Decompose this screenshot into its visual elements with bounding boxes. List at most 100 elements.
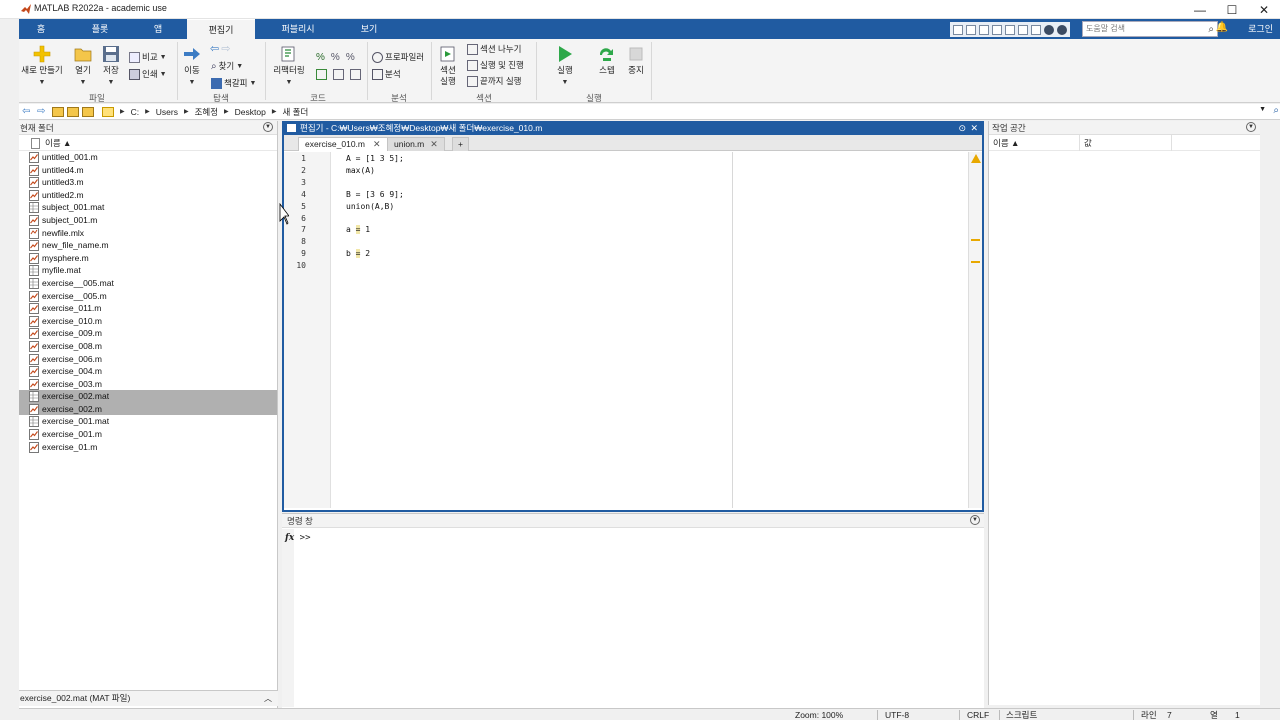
switch-windows-icon[interactable]	[1031, 24, 1041, 35]
file-list-item[interactable]: myfile.mat	[19, 264, 277, 277]
editor-tab-union[interactable]: union.m ✕	[387, 137, 445, 151]
goto-button[interactable]: 이동 ▼	[179, 45, 205, 88]
warning-icon[interactable]	[971, 154, 981, 163]
run-button[interactable]: 실행 ▼	[549, 45, 581, 88]
address-search-icon[interactable]: ⌕	[1273, 105, 1279, 116]
file-list-item[interactable]: untitled3.m	[19, 176, 277, 189]
file-list-item[interactable]: exercise_006.m	[19, 353, 277, 366]
stop-button[interactable]: 중지	[622, 45, 650, 76]
column-name-header[interactable]: 이름 ▲	[993, 135, 1019, 151]
profiler-button[interactable]: 프로파일러	[372, 52, 424, 63]
decrease-indent-icon[interactable]	[350, 69, 361, 80]
indent-icon[interactable]	[316, 69, 327, 80]
section-break-button[interactable]: 섹션 나누기	[467, 44, 521, 55]
paste-icon[interactable]	[992, 24, 1002, 35]
code-line[interactable]: a = 1	[346, 225, 370, 235]
step-button[interactable]: 스텝	[592, 45, 622, 76]
print-button[interactable]: 인쇄 ▼	[129, 69, 167, 80]
editor-tab-exercise-010[interactable]: exercise_010.m ✕	[298, 137, 388, 151]
code-line[interactable]: B = [3 6 9];	[346, 190, 404, 199]
file-list-item[interactable]: exercise_004.m	[19, 365, 277, 378]
file-list-item[interactable]: mysphere.m	[19, 252, 277, 265]
undo-icon[interactable]	[1005, 24, 1015, 35]
address-dropdown-icon[interactable]: ▼	[1259, 106, 1266, 113]
tab-view[interactable]: 보기	[339, 19, 399, 39]
close-button[interactable]: ✕	[1248, 0, 1280, 19]
wrap-comment-icon[interactable]: %	[346, 52, 355, 63]
file-list-item[interactable]: exercise_002.m	[19, 402, 277, 416]
forward-icon[interactable]: ⇨	[37, 106, 49, 117]
warning-marker[interactable]	[971, 239, 980, 241]
search-icon[interactable]: ⌕	[1208, 23, 1214, 37]
tab-editor[interactable]: 편집기	[187, 19, 255, 39]
column-value-header[interactable]: 값	[1084, 135, 1092, 151]
command-prompt[interactable]: fx >>	[285, 533, 311, 543]
file-list-item[interactable]: subject_001.mat	[19, 201, 277, 214]
cut-icon[interactable]	[966, 24, 976, 35]
code-line[interactable]: max(A)	[346, 166, 375, 175]
back-forward-buttons[interactable]: ⇦ ⇨	[210, 44, 230, 55]
bookmark-button[interactable]: 책갈피 ▼	[211, 78, 256, 89]
close-tab-icon[interactable]: ✕	[430, 139, 438, 149]
panel-menu-icon[interactable]: ▼	[1246, 122, 1256, 132]
redo-icon[interactable]	[1018, 24, 1028, 35]
file-list-item[interactable]: exercise_011.m	[19, 302, 277, 315]
chevron-up-icon[interactable]: ︿	[264, 691, 272, 706]
login-button[interactable]: 로그인	[1248, 19, 1273, 39]
save-icon[interactable]	[953, 24, 963, 35]
file-column-header[interactable]: 이름 ▲	[19, 135, 277, 151]
file-list-item[interactable]: newfile.mlx	[19, 227, 277, 240]
notification-bell-icon[interactable]: 🔔	[1216, 22, 1228, 33]
new-button[interactable]: 새로 만들기 ▼	[19, 45, 65, 88]
command-window[interactable]: 명령 창 ▼ fx >>	[282, 513, 984, 720]
browse-folder-icon[interactable]	[67, 106, 79, 117]
panel-menu-icon[interactable]: ▼	[970, 515, 980, 525]
file-list-item[interactable]: exercise_003.m	[19, 378, 277, 391]
find-button[interactable]: ⌕ 찾기 ▼	[211, 61, 243, 72]
save-button[interactable]: 저장 ▼	[98, 45, 124, 88]
file-list-item[interactable]: exercise__005.mat	[19, 277, 277, 290]
back-icon[interactable]: ⇦	[22, 106, 34, 117]
tab-plots[interactable]: 플롯	[76, 19, 124, 39]
analyze-button[interactable]: 분석	[372, 69, 401, 80]
breadcrumb-user[interactable]: 조혜정	[195, 106, 218, 118]
copy-icon[interactable]	[979, 24, 989, 35]
compare-button[interactable]: 비교 ▼	[129, 52, 167, 63]
run-and-advance-button[interactable]: 실행 및 진행	[467, 60, 524, 71]
file-list-item[interactable]: exercise_001.m	[19, 428, 277, 441]
add-tab-button[interactable]: +	[452, 137, 469, 151]
uncomment-icon[interactable]: %	[331, 52, 340, 63]
back-arrow-icon[interactable]: ⇦	[210, 44, 219, 55]
comment-percent-icon[interactable]: %	[316, 52, 325, 63]
warning-marker[interactable]	[971, 261, 980, 263]
open-button[interactable]: 열기 ▼	[69, 45, 97, 88]
up-folder-icon[interactable]	[52, 106, 64, 117]
file-list-item[interactable]: untitled4.m	[19, 164, 277, 177]
tab-publish[interactable]: 퍼블리시	[269, 19, 327, 39]
code-line[interactable]: b = 2	[346, 249, 370, 259]
minimize-button[interactable]: —	[1184, 0, 1216, 19]
file-list-item[interactable]: exercise_008.m	[19, 340, 277, 353]
file-list-item[interactable]: exercise__005.m	[19, 290, 277, 303]
file-list-item[interactable]: untitled_001.m	[19, 151, 277, 164]
file-list-item[interactable]: new_file_name.m	[19, 239, 277, 252]
help-search-input[interactable]: 도움말 검색 ⌕	[1082, 21, 1218, 37]
file-list-item[interactable]: subject_001.m	[19, 214, 277, 227]
breadcrumb-users[interactable]: Users	[156, 107, 178, 117]
panel-menu-icon[interactable]: ▼	[263, 122, 273, 132]
increase-indent-icon[interactable]	[333, 69, 344, 80]
breadcrumb-desktop[interactable]: Desktop	[235, 107, 266, 117]
forward-arrow-icon[interactable]: ⇨	[221, 44, 230, 55]
breadcrumb-drive[interactable]: C:	[131, 107, 140, 117]
refactor-button[interactable]: 리팩터링 ▼	[269, 45, 309, 88]
dropdown-icon[interactable]	[1057, 24, 1067, 35]
maximize-button[interactable]: ☐	[1216, 0, 1248, 19]
help-icon[interactable]	[1044, 24, 1054, 35]
file-list-item[interactable]: exercise_002.mat	[19, 390, 277, 403]
code-line[interactable]: union(A,B)	[346, 202, 394, 211]
function-browser-icon[interactable]: fx	[285, 533, 294, 543]
run-section-button[interactable]: 섹션 실행	[433, 45, 463, 87]
file-list-item[interactable]: untitled2.m	[19, 189, 277, 202]
tab-home[interactable]: 홈	[19, 19, 63, 39]
editor-menu-icon[interactable]: ⊙	[958, 121, 966, 135]
